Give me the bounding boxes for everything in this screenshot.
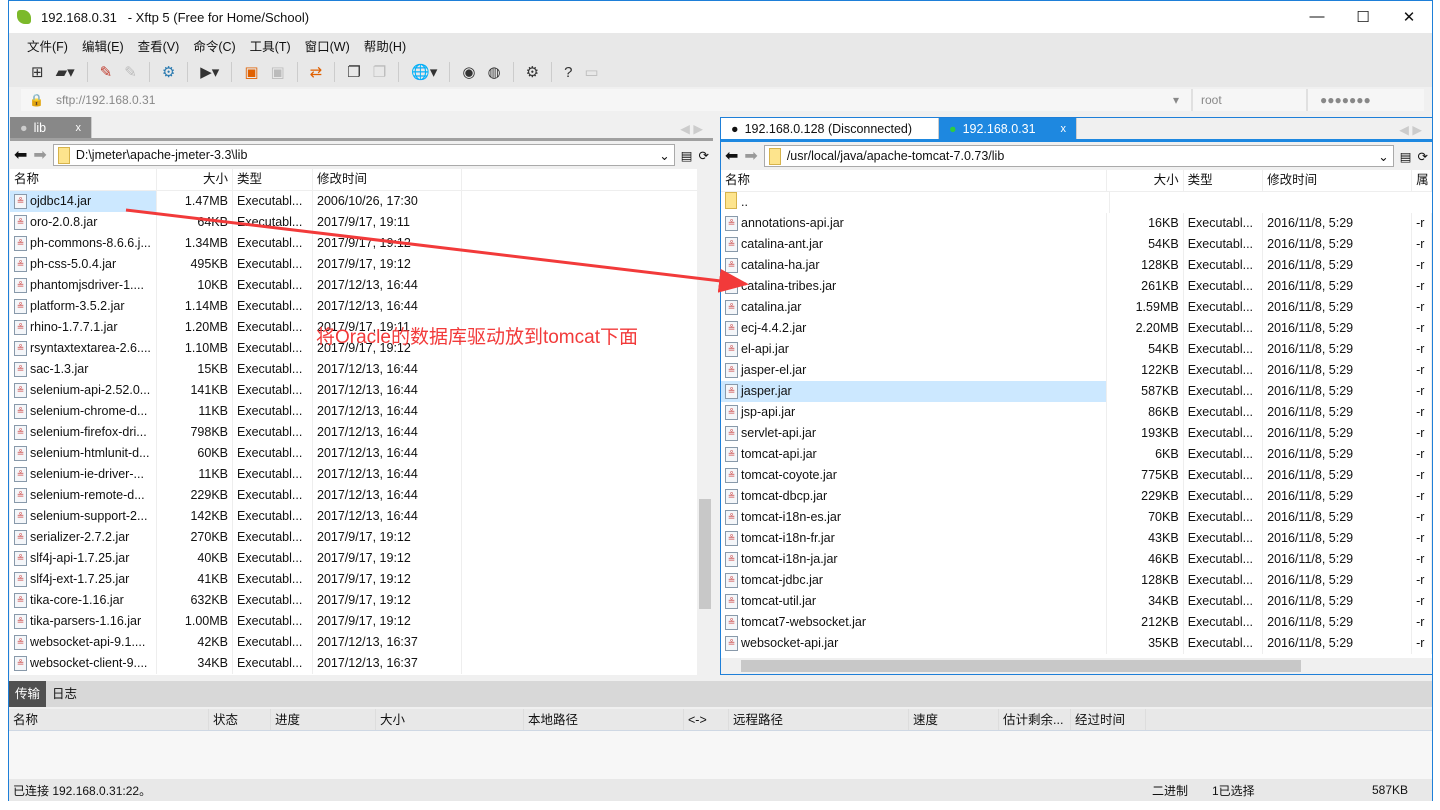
annotation-text: 将Oracle的数据库驱动放到tomcat下面 (316, 327, 638, 348)
annotation-arrow (125, 208, 749, 293)
